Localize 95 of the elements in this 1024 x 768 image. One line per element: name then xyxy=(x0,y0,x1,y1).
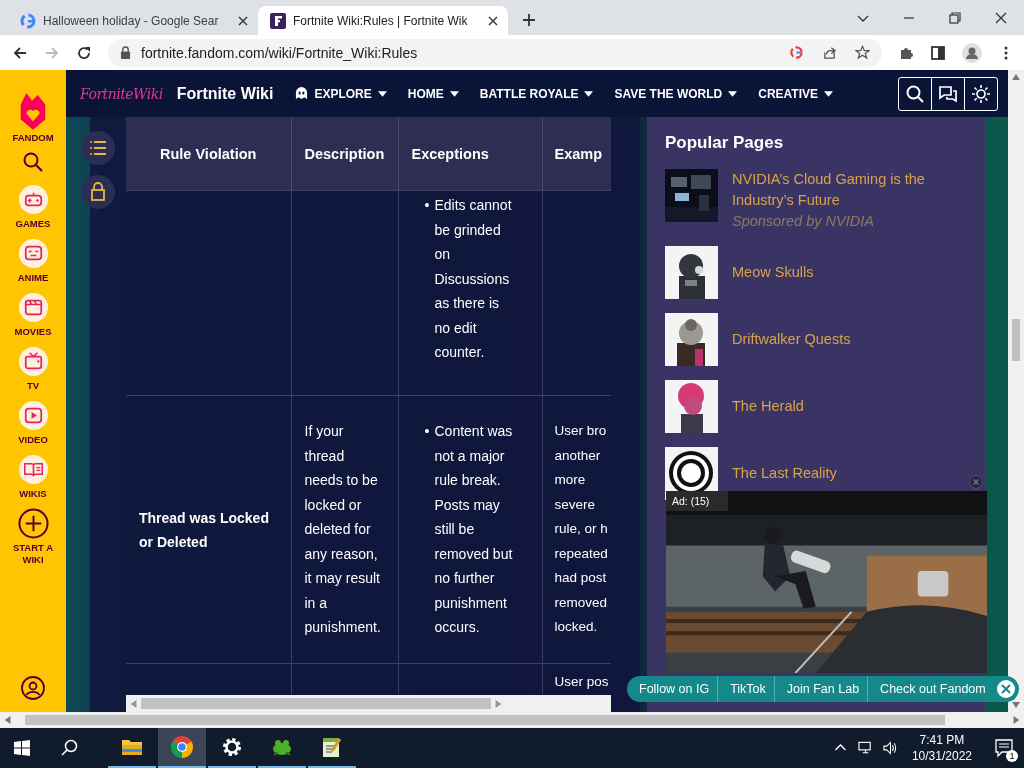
column-header: Description xyxy=(291,117,398,191)
windows-icon[interactable] xyxy=(12,738,32,758)
social-link[interactable]: Follow on IG xyxy=(627,676,719,702)
scroll-thumb[interactable] xyxy=(25,715,945,725)
bullet: • xyxy=(423,422,431,442)
browser-tab[interactable]: Halloween holiday - Google Sear xyxy=(8,6,258,35)
rail-link[interactable]: ANIME xyxy=(8,238,58,284)
rail-link[interactable]: GAMES xyxy=(8,184,58,230)
caret-icon xyxy=(824,90,834,97)
table-cell-text: User pos xyxy=(554,673,609,691)
play-icon xyxy=(17,400,49,431)
tv-icon xyxy=(17,346,49,377)
nav-menu[interactable]: SAVE THE WORLD xyxy=(614,86,738,101)
new-tab-icon[interactable] xyxy=(522,13,536,27)
plus-circle-icon xyxy=(17,508,49,539)
wiki-logo[interactable]: FortniteWiki xyxy=(80,85,163,102)
notepad-icon xyxy=(320,735,344,759)
search-icon[interactable] xyxy=(23,152,43,172)
column-header: Rule Violation xyxy=(126,117,291,191)
column-header: Examp xyxy=(542,117,611,191)
gamepad-icon xyxy=(17,184,49,215)
scroll-up-icon[interactable] xyxy=(1012,74,1020,80)
page-link[interactable]: Meow Skulls xyxy=(732,262,814,283)
rail-link[interactable]: TV xyxy=(8,346,58,392)
scrollbar[interactable] xyxy=(1008,70,1024,712)
list-icon[interactable] xyxy=(81,131,115,165)
lock-icon xyxy=(120,46,131,59)
rail-link[interactable]: MOVIES xyxy=(8,292,58,338)
page-link[interactable]: Driftwalker Quests xyxy=(732,329,851,350)
page-link[interactable]: The Last Reality xyxy=(732,463,837,484)
ghost-icon xyxy=(295,87,309,100)
scroll-thumb[interactable] xyxy=(141,698,491,709)
close-icon[interactable] xyxy=(488,15,498,26)
bullet: • xyxy=(423,196,431,215)
notification-button[interactable]: 1 xyxy=(984,728,1024,768)
search-icon[interactable] xyxy=(60,738,80,758)
book-icon xyxy=(17,454,49,485)
star-icon[interactable] xyxy=(855,45,870,60)
nav-menu[interactable]: EXPLORE xyxy=(295,86,387,101)
scroll-thumb[interactable] xyxy=(1012,319,1020,361)
social-link[interactable]: Join Fan Lab xyxy=(774,676,869,702)
restore-icon[interactable] xyxy=(948,11,962,25)
screen-icon xyxy=(17,238,49,269)
rail-link[interactable]: START A WIKI xyxy=(8,508,58,566)
ad-label: Ad: (15) xyxy=(666,491,728,511)
message-icon xyxy=(994,738,1014,758)
scrollbar[interactable] xyxy=(0,712,1024,728)
table-cell-text: User bro another more severe rule, or h repeated had post removed locked. xyxy=(554,422,608,637)
nav-menu[interactable]: HOME xyxy=(407,86,459,101)
scrollbar[interactable] xyxy=(126,695,611,712)
clapperboard-icon xyxy=(17,292,49,323)
column-header: Exceptions xyxy=(398,117,542,191)
close-icon[interactable] xyxy=(994,11,1008,25)
scroll-left-icon[interactable] xyxy=(4,716,11,724)
chrome-icon xyxy=(170,735,194,759)
share-icon[interactable] xyxy=(822,45,837,60)
caret-icon xyxy=(584,90,594,97)
fandom-icon xyxy=(270,12,286,29)
social-link[interactable]: TikTok xyxy=(718,676,775,702)
list-item: Content was not a major rule break. Posts may still be removed but no further punishment occurs. xyxy=(434,422,514,638)
network-icon[interactable] xyxy=(857,741,873,755)
gear-icon xyxy=(220,735,244,759)
clock-time[interactable]: 7:41 PM xyxy=(919,732,965,748)
fandom-label: FANDOM xyxy=(11,132,55,144)
page-link[interactable]: The Herald xyxy=(732,396,804,417)
lock-icon[interactable] xyxy=(81,175,115,209)
rail-link[interactable]: VIDEO xyxy=(8,400,58,446)
clock-date[interactable]: 10/31/2022 xyxy=(911,748,972,764)
side-panel-icon[interactable] xyxy=(930,44,946,61)
caret-icon xyxy=(728,90,738,97)
sponsor-label: Sponsored by NVIDIA xyxy=(732,212,875,231)
social-link[interactable]: Check out Fandom xyxy=(868,676,994,702)
caret-icon xyxy=(377,90,387,97)
reload-icon[interactable] xyxy=(76,44,92,61)
google-icon[interactable] xyxy=(789,45,804,60)
section-title: Popular Pages xyxy=(665,133,785,153)
caret-icon xyxy=(449,90,459,97)
rail-link[interactable]: WIKIS xyxy=(8,454,58,500)
user-icon[interactable] xyxy=(21,676,45,700)
volume-icon[interactable] xyxy=(882,741,898,755)
close-icon[interactable] xyxy=(238,15,248,26)
profile-icon[interactable] xyxy=(962,42,982,63)
table-cell-text: If your thread needs to be locked or deleted for any reason, it may result in a punishment. xyxy=(304,422,381,638)
notification-count: 1 xyxy=(1006,750,1018,762)
nav-menu[interactable]: CREATIVE xyxy=(758,86,834,101)
address-field[interactable]: fortnite.fandom.com/wiki/Fortnite_Wiki:Rules xyxy=(108,38,882,67)
wiki-title[interactable]: Fortnite Wiki xyxy=(176,84,274,103)
table-cell-text: Thread was Locked or Deleted xyxy=(139,508,270,552)
scroll-right-icon[interactable] xyxy=(1013,716,1020,724)
list-item: Edits cannot be grinded on Discussions as there is no edit counter. xyxy=(434,196,513,362)
back-icon[interactable] xyxy=(12,44,28,61)
google-icon xyxy=(20,12,36,29)
page-link[interactable]: NVIDIA’s Cloud Gaming is the Industry’s Future xyxy=(732,169,967,211)
browser-tab[interactable]: Fortnite Wiki:Rules | Fortnite Wik xyxy=(258,6,508,35)
nav-menu[interactable]: BATTLE ROYALE xyxy=(479,86,594,101)
